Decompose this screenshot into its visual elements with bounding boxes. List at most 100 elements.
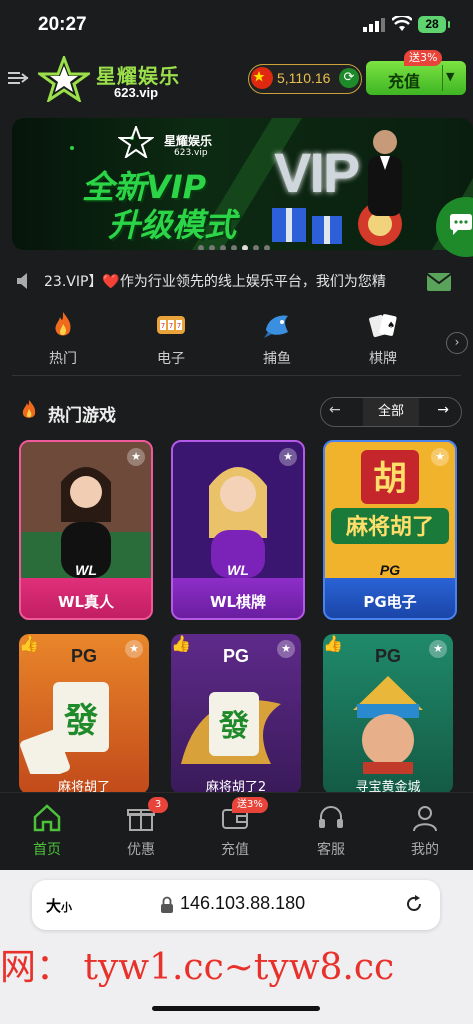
banner-pagination[interactable] xyxy=(198,236,275,250)
category-cards[interactable]: ♠ 棋牌 xyxy=(348,306,418,367)
favorite-star-icon[interactable]: ★ xyxy=(127,448,145,466)
announcement-bar: 23.VIP】❤️作为行业领先的线上娱乐平台，我们为您精 xyxy=(0,258,473,302)
provider-logo: PG xyxy=(222,646,249,666)
bottom-tab-bar: 首页 优惠 3 充值 送3% 客服 我的 xyxy=(0,792,473,871)
dragon-tile-image: 發 xyxy=(181,692,281,764)
chevron-down-icon[interactable]: ▼ xyxy=(446,70,454,83)
spokesperson-image xyxy=(368,130,402,216)
card-footer: WL真人 xyxy=(21,578,151,618)
mail-icon[interactable] xyxy=(426,268,452,294)
recharge-button[interactable]: 充值 ▼ xyxy=(366,61,466,95)
tab-promo-badge: 送3% xyxy=(232,797,268,813)
svg-text:7: 7 xyxy=(177,322,181,330)
flame-icon xyxy=(22,400,36,418)
menu-arrow-icon[interactable] xyxy=(6,66,30,90)
svg-text:胡: 胡 xyxy=(373,459,407,499)
favorite-star-icon[interactable]: ★ xyxy=(431,448,449,466)
signal-icon xyxy=(363,18,385,32)
brand-domain: 623.vip xyxy=(114,85,159,100)
game-name: WL棋牌 xyxy=(209,593,267,611)
tab-support[interactable]: 客服 xyxy=(296,803,366,859)
battery-icon: 28 xyxy=(418,16,450,33)
tab-label: 首页 xyxy=(33,842,61,858)
home-indicator xyxy=(152,1006,320,1011)
recharge-promo-badge: 送3% xyxy=(404,50,443,66)
banner-logo-name: 星耀娱乐 xyxy=(164,134,213,148)
tab-profile[interactable]: 我的 xyxy=(390,803,460,859)
game-card-wl-live[interactable]: ★ WL WL真人 xyxy=(19,440,153,620)
refresh-balance-icon[interactable]: ⟳ xyxy=(339,68,359,88)
address-bar[interactable]: 大小 146.103.88.180 xyxy=(32,880,440,930)
section-header: 热门游戏 ← 全部 → xyxy=(0,395,473,429)
url-text: 146.103.88.180 xyxy=(180,893,306,913)
svg-text:7: 7 xyxy=(169,322,173,330)
slot-machine-icon: 777 xyxy=(157,316,185,334)
recharge-label: 充值 xyxy=(388,72,421,91)
category-nav: 热门 777 电子 捕鱼 ♠ 棋牌 › xyxy=(0,306,473,370)
favorite-star-icon[interactable]: ★ xyxy=(279,448,297,466)
text-size-small: 小 xyxy=(61,901,73,914)
provider-logo: PG xyxy=(379,562,401,578)
provider-logo: PG xyxy=(70,646,97,666)
tab-label: 优惠 xyxy=(127,842,155,858)
provider-logo: WL xyxy=(75,562,97,578)
game-card-pg-slots[interactable]: 胡麻将胡了 ★ PG PG电子 xyxy=(323,440,457,620)
headset-icon xyxy=(319,806,343,828)
text-size-large: 大 xyxy=(46,897,62,915)
lock-icon xyxy=(161,896,173,913)
tab-badge: 3 xyxy=(148,797,168,813)
provider-logo: WL xyxy=(227,562,249,578)
card-footer: PG电子 xyxy=(325,578,455,618)
category-hot[interactable]: 热门 xyxy=(28,306,98,367)
status-bar: 20:27 28 xyxy=(0,0,473,52)
chevron-right-icon[interactable]: › xyxy=(446,332,468,354)
banner-star-logo xyxy=(118,126,154,158)
aztec-explorer-image xyxy=(353,676,423,774)
tab-home[interactable]: 首页 xyxy=(12,803,82,859)
game-card-mahjong-ways[interactable]: 👍 ★ PG 發 麻将胡了 xyxy=(19,634,149,794)
reload-icon[interactable] xyxy=(404,894,424,914)
playing-cards-icon: ♠ xyxy=(369,314,397,338)
tab-recharge[interactable]: 充值 送3% xyxy=(200,797,270,859)
provider-logo: PG xyxy=(374,646,401,666)
watermark-text: 网： tyw1.cc~tyw8.cc xyxy=(0,947,395,988)
promo-banner[interactable]: 星耀娱乐 623.vip 全新VIP 升级模式 VIP xyxy=(12,118,473,250)
arrow-left-icon[interactable]: ← xyxy=(329,402,341,418)
user-icon xyxy=(413,806,437,832)
banner-logo-domain: 623.vip xyxy=(174,148,208,158)
section-pager: ← 全部 → xyxy=(320,397,462,427)
tab-promotions[interactable]: 优惠 3 xyxy=(106,797,176,859)
balance-amount: 5,110.16 xyxy=(277,70,331,86)
category-label: 电子 xyxy=(157,351,185,367)
game-name: PG电子 xyxy=(363,593,417,611)
svg-text:發: 發 xyxy=(218,709,249,744)
view-all-button[interactable]: 全部 xyxy=(363,398,419,426)
category-fishing[interactable]: 捕鱼 xyxy=(242,306,312,367)
arrow-right-icon[interactable]: → xyxy=(437,402,449,418)
category-slots[interactable]: 777 电子 xyxy=(136,306,206,367)
game-card-wl-chess[interactable]: ★ WL WL棋牌 xyxy=(171,440,305,620)
game-card-mahjong-ways-2[interactable]: 👍 ★ PG 發 麻将胡了2 xyxy=(171,634,301,794)
game-card-treasure-aztec[interactable]: 👍 ★ PG 寻宝黄金城 xyxy=(323,634,453,794)
svg-text:麻将胡了: 麻将胡了 xyxy=(345,514,434,540)
game-name: WL真人 xyxy=(57,593,115,611)
china-flag-icon xyxy=(251,67,273,89)
tab-label: 我的 xyxy=(411,842,439,858)
fish-icon xyxy=(264,315,288,338)
speaker-icon xyxy=(17,273,27,289)
svg-text:發: 發 xyxy=(63,701,98,741)
category-label: 热门 xyxy=(49,351,77,367)
svg-text:7: 7 xyxy=(161,322,165,330)
wifi-icon xyxy=(392,16,412,31)
app-header: 星耀娱乐 623.vip 5,110.16 ⟳ 充值 ▼ 送3% xyxy=(0,50,473,106)
text-size-button[interactable]: 大小 xyxy=(46,895,72,916)
tab-label: 客服 xyxy=(317,842,345,858)
balance-display[interactable]: 5,110.16 ⟳ xyxy=(248,64,362,94)
card-footer: WL棋牌 xyxy=(173,578,303,618)
category-label: 棋牌 xyxy=(369,351,397,367)
section-title: 热门游戏 xyxy=(48,406,116,426)
home-icon xyxy=(33,804,61,832)
category-label: 捕鱼 xyxy=(263,351,291,367)
tab-label: 充值 xyxy=(221,842,249,858)
fire-icon xyxy=(55,312,71,336)
